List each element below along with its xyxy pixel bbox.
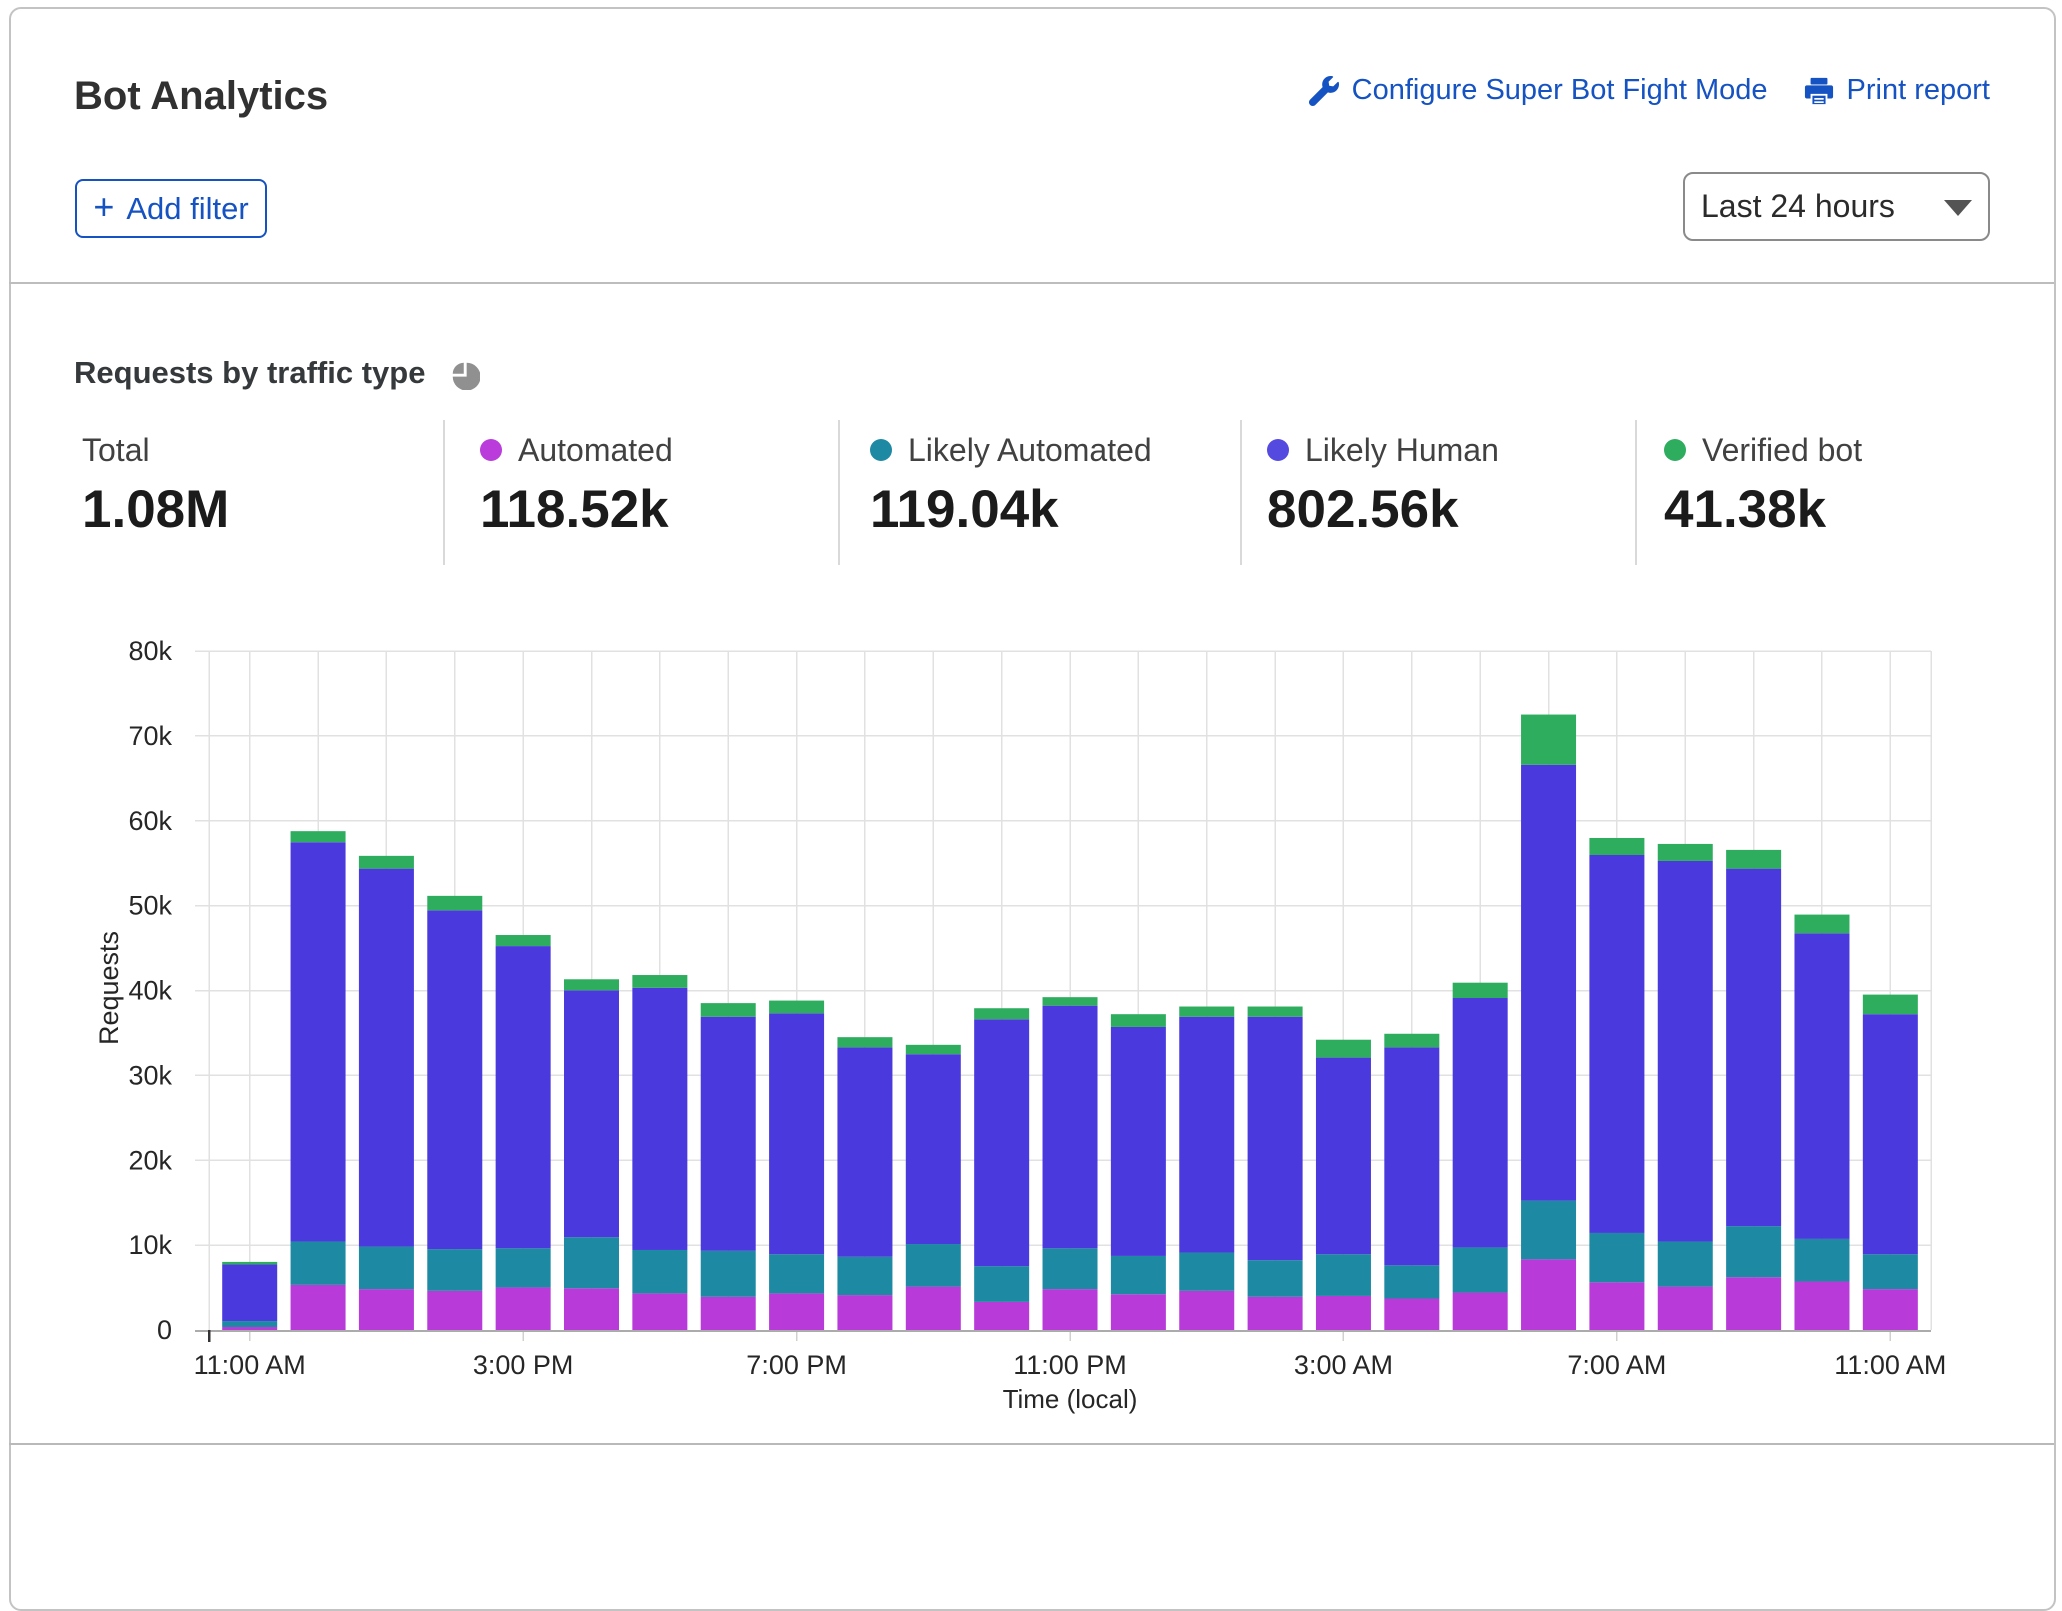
svg-text:7:00 AM: 7:00 AM (1567, 1350, 1666, 1380)
svg-text:10k: 10k (128, 1230, 172, 1260)
svg-text:7:00 PM: 7:00 PM (746, 1350, 847, 1380)
svg-text:3:00 AM: 3:00 AM (1294, 1350, 1393, 1380)
svg-text:11:00 AM: 11:00 AM (194, 1350, 306, 1380)
svg-text:Time (local): Time (local) (1003, 1384, 1138, 1414)
svg-text:30k: 30k (128, 1060, 172, 1090)
svg-text:0: 0 (157, 1315, 172, 1345)
svg-text:50k: 50k (128, 891, 172, 921)
svg-text:11:00 AM: 11:00 AM (1834, 1350, 1946, 1380)
svg-text:Requests: Requests (94, 931, 124, 1045)
svg-text:70k: 70k (128, 721, 172, 751)
svg-text:20k: 20k (128, 1145, 172, 1175)
svg-text:60k: 60k (128, 806, 172, 836)
svg-text:11:00 PM: 11:00 PM (1013, 1350, 1127, 1380)
svg-text:3:00 PM: 3:00 PM (473, 1350, 574, 1380)
svg-text:80k: 80k (128, 636, 172, 666)
svg-text:40k: 40k (128, 976, 172, 1006)
